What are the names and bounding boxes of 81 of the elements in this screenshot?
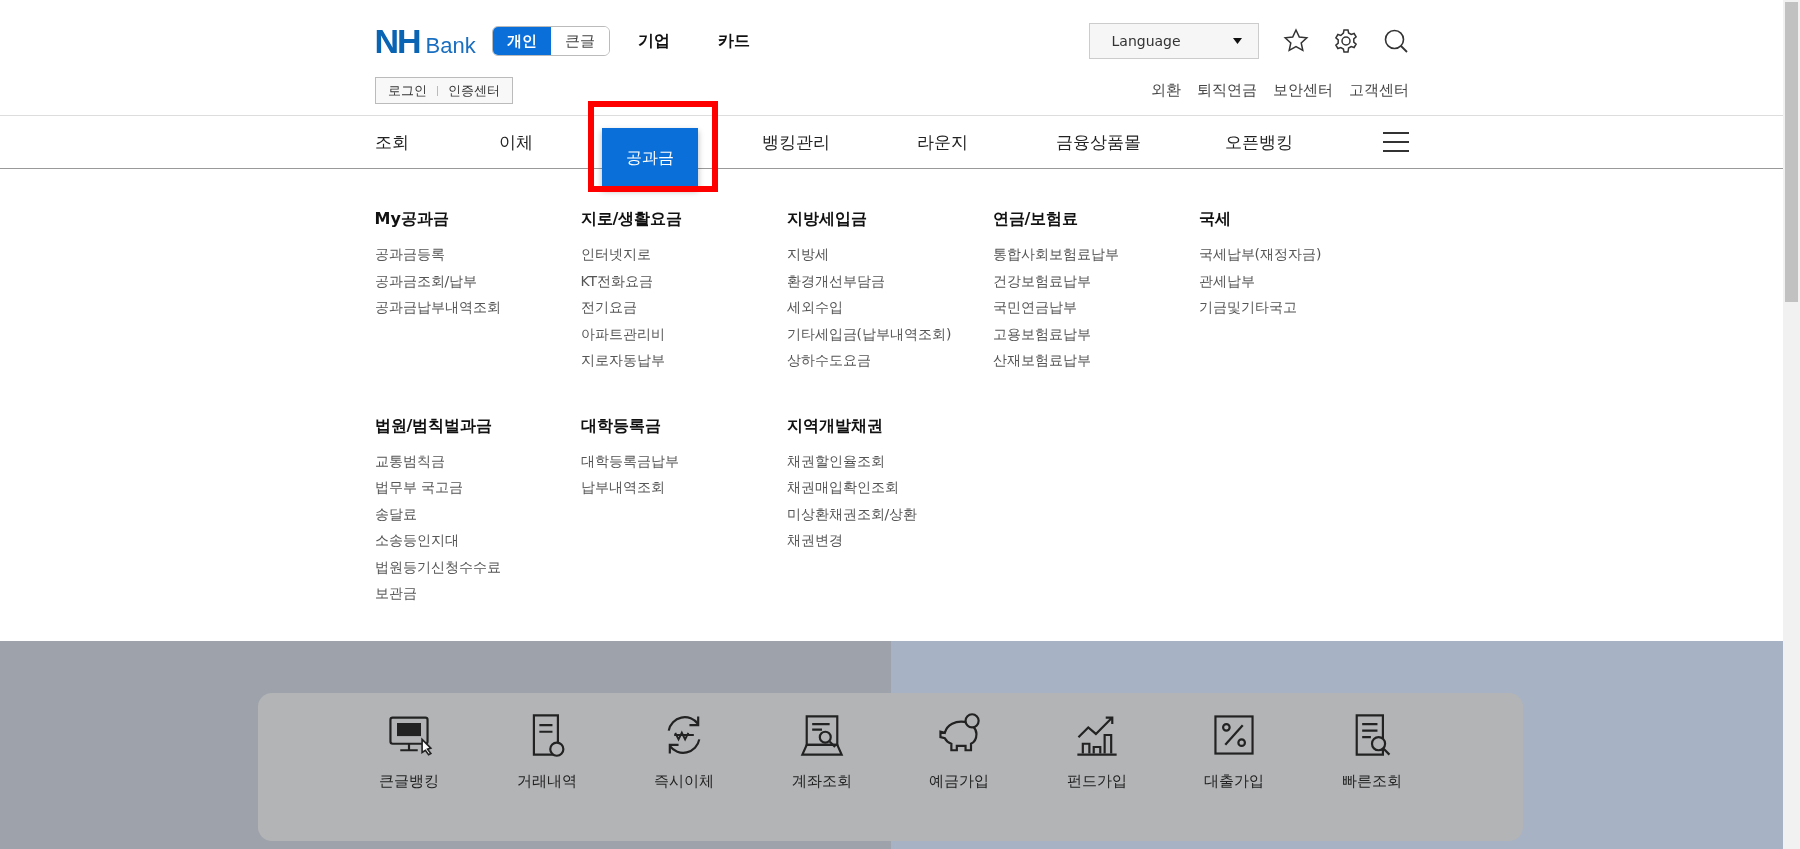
star-icon[interactable] — [1282, 28, 1309, 54]
menu-link[interactable]: 지로자동납부 — [580, 347, 787, 374]
utility-link[interactable]: 보안센터 — [1272, 79, 1333, 102]
menu-heading: 법원/범칙벌과금 — [374, 414, 494, 437]
menu-link[interactable]: KT전화요금 — [580, 267, 787, 294]
quick-menu-item[interactable]: 펀드가입 — [1028, 710, 1166, 841]
menu-link[interactable]: 산재보험료납부 — [992, 347, 1199, 374]
nav-tab[interactable]: 조회 — [374, 132, 409, 152]
quick-menu-item[interactable]: 거래내역 — [478, 710, 616, 841]
menu-heading: My공과금 — [374, 208, 450, 230]
nav-tab[interactable]: 공과금 — [601, 128, 698, 188]
utility-link[interactable]: 외환 — [1150, 79, 1181, 102]
caret-icon — [1232, 38, 1242, 44]
quick-menu-item[interactable]: 대출가입 — [1165, 710, 1303, 841]
menu-link[interactable]: 소송등인지대 — [374, 527, 581, 554]
nav-tab[interactable]: 오픈뱅킹 — [1224, 132, 1293, 152]
menu-link[interactable]: 건강보험료납부 — [992, 267, 1199, 294]
menu-heading: 국세 — [1198, 208, 1232, 230]
quick-menu-label: 큰글뱅킹 — [379, 771, 440, 791]
menu-link[interactable]: 기금및기타국고 — [1198, 294, 1405, 321]
menu-link[interactable]: 공과금등록 — [374, 241, 581, 268]
quick-menu-label: 펀드가입 — [1066, 771, 1127, 791]
quick-menu-label: 즉시이체 — [654, 771, 715, 791]
menu-link[interactable]: 채권할인율조회 — [786, 447, 993, 474]
menu-link[interactable]: 대학등록금납부 — [580, 447, 787, 474]
quick-menu-label: 예금가입 — [929, 771, 990, 791]
settings-icon[interactable] — [1332, 28, 1359, 54]
login-link[interactable]: 인증센터 — [447, 80, 500, 101]
quick-menu-item[interactable]: 계좌조회 — [753, 710, 891, 841]
quick-menu-label: 빠른조회 — [1341, 771, 1402, 791]
quick-menu-label: 거래내역 — [516, 771, 577, 791]
top-link[interactable]: 카드 — [717, 29, 750, 53]
menu-link[interactable]: 채권변경 — [786, 527, 993, 554]
menu-heading: 지로/생활요금 — [580, 208, 684, 230]
login-link[interactable]: 로그인 — [387, 80, 427, 101]
menu-link[interactable]: 상하수도요금 — [786, 347, 993, 374]
menu-link[interactable]: 환경개선부담금 — [786, 267, 993, 294]
menu-link[interactable]: 납부내역조회 — [580, 474, 787, 501]
search-icon[interactable] — [1382, 28, 1409, 54]
menu-link[interactable]: 채권매입확인조회 — [786, 474, 993, 501]
language-select[interactable]: Language — [1088, 23, 1259, 59]
mode-tab[interactable]: 개인 — [492, 26, 551, 56]
menu-link[interactable]: 통합사회보험료납부 — [992, 241, 1199, 268]
utility-link[interactable]: 퇴직연금 — [1196, 79, 1257, 102]
quick-menu-item[interactable]: 빠른조회 — [1303, 710, 1441, 841]
quick-menu-item[interactable]: 큰글뱅킹 — [340, 710, 478, 841]
menu-link[interactable]: 인터넷지로 — [580, 241, 787, 268]
menu-link[interactable]: 법무부 국고금 — [374, 474, 581, 501]
nav-tab[interactable]: 금융상품몰 — [1055, 132, 1141, 152]
menu-link[interactable]: 아파트관리비 — [580, 320, 787, 347]
utility-link[interactable]: 고객센터 — [1348, 79, 1409, 102]
menu-link[interactable]: 교통범칙금 — [374, 447, 581, 474]
menu-link[interactable]: 공과금조회/납부 — [374, 267, 581, 294]
menu-link[interactable]: 고용보험료납부 — [992, 320, 1199, 347]
quick-menu-label: 계좌조회 — [791, 771, 852, 791]
menu-link[interactable]: 송달료 — [374, 500, 581, 527]
menu-link[interactable]: 미상환채권조회/상환 — [786, 500, 993, 527]
menu-heading: 지역개발채권 — [786, 414, 884, 437]
quick-menu-item[interactable]: 예금가입 — [890, 710, 1028, 841]
menu-link[interactable]: 지방세 — [786, 241, 993, 268]
menu-heading: 연금/보험료 — [992, 208, 1080, 230]
nav-tab[interactable]: 이체 — [498, 132, 533, 152]
menu-link[interactable]: 세외수입 — [786, 294, 993, 321]
menu-link[interactable]: 국세납부(재정자금) — [1198, 241, 1405, 268]
menu-link[interactable]: 보관금 — [374, 580, 581, 607]
nav-tab[interactable]: 뱅킹관리 — [761, 132, 830, 152]
menu-link[interactable]: 관세납부 — [1198, 267, 1405, 294]
bank-logo[interactable]: NH Bank — [374, 15, 476, 67]
menu-heading: 대학등록금 — [580, 414, 662, 437]
menu-link[interactable]: 국민연금납부 — [992, 294, 1199, 321]
menu-link[interactable]: 법원등기신청수수료 — [374, 553, 581, 580]
nav-tab[interactable]: 라운지 — [916, 132, 968, 152]
menu-heading: 지방세입금 — [786, 208, 868, 230]
quick-menu-item[interactable]: 즉시이체 — [615, 710, 753, 841]
menu-icon[interactable] — [1382, 132, 1409, 152]
menu-link[interactable]: 기타세입금(납부내역조회) — [786, 320, 993, 347]
menu-link[interactable]: 공과금납부내역조회 — [374, 294, 581, 321]
top-link[interactable]: 기업 — [637, 29, 670, 53]
scrollbar[interactable] — [1783, 0, 1800, 849]
quick-menu-label: 대출가입 — [1204, 771, 1265, 791]
menu-link[interactable]: 전기요금 — [580, 294, 787, 321]
